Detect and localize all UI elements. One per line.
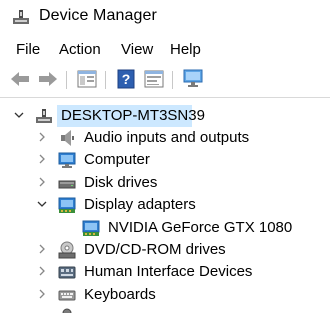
speaker-icon xyxy=(61,130,74,146)
menu-action[interactable]: Action xyxy=(57,41,103,58)
tree-root[interactable]: DESKTOP-MT3SN39 xyxy=(0,105,330,127)
menu-view[interactable]: View xyxy=(119,41,155,58)
back-arrow-icon xyxy=(11,72,29,86)
chevron-right-icon[interactable] xyxy=(37,132,47,142)
help-icon: ? xyxy=(117,69,135,89)
back-button[interactable] xyxy=(9,69,31,89)
toolbar-separator xyxy=(172,71,173,89)
display-adapter-icon xyxy=(82,220,100,236)
chevron-down-icon[interactable] xyxy=(14,110,24,120)
toolbar-separator xyxy=(105,71,106,89)
tree-item-disk-drives[interactable]: Disk drives xyxy=(0,172,330,194)
tree-item-label: Keyboards xyxy=(84,286,156,303)
chevron-right-icon[interactable] xyxy=(37,244,47,254)
monitor-scan-icon xyxy=(183,69,203,87)
chevron-right-icon[interactable] xyxy=(37,289,47,299)
tree-item-label: Disk drives xyxy=(84,174,158,191)
tree-item-audio[interactable]: Audio inputs and outputs xyxy=(0,127,330,149)
tree-item-display-adapters[interactable]: Display adapters xyxy=(0,194,330,216)
tree-item-human-interface-devices[interactable]: Human Interface Devices xyxy=(0,261,330,283)
forward-button[interactable] xyxy=(37,69,59,89)
menu-help[interactable]: Help xyxy=(168,41,203,58)
tree-root-label: DESKTOP-MT3SN39 xyxy=(61,107,205,124)
tree-item-computer[interactable]: Computer xyxy=(0,149,330,171)
tree-item-label: Display adapters xyxy=(84,196,196,213)
menu-bar: File Action View Help xyxy=(0,38,330,62)
tree-item-keyboards[interactable]: Keyboards xyxy=(0,284,330,306)
console-tree-icon xyxy=(77,70,97,88)
device-manager-window: Device Manager File Action View Help ? D… xyxy=(0,0,330,313)
properties-button[interactable] xyxy=(143,69,165,89)
chevron-down-icon[interactable] xyxy=(37,199,47,209)
tree-item-nvidia-gtx-1080[interactable]: NVIDIA GeForce GTX 1080 xyxy=(0,217,330,239)
mouse-icon xyxy=(62,308,72,313)
toolbar-separator xyxy=(66,71,67,89)
disk-drive-icon xyxy=(58,180,76,189)
chevron-right-icon[interactable] xyxy=(37,154,47,164)
computer-icon xyxy=(58,152,76,168)
keyboard-icon xyxy=(58,290,76,301)
toolbar: ? xyxy=(0,64,330,94)
show-hide-console-tree-button[interactable] xyxy=(76,69,98,89)
tree-item-label: Computer xyxy=(84,151,150,168)
tree-item-label: Human Interface Devices xyxy=(84,263,253,280)
tree-item-partial[interactable] xyxy=(0,306,330,313)
hid-icon xyxy=(58,266,76,279)
window-title: Device Manager xyxy=(39,7,157,24)
tree-item-label: NVIDIA GeForce GTX 1080 xyxy=(108,219,293,236)
scan-hardware-button[interactable] xyxy=(182,69,204,89)
device-manager-icon xyxy=(13,10,29,24)
properties-icon xyxy=(144,70,164,88)
help-button[interactable]: ? xyxy=(115,69,137,89)
chevron-right-icon[interactable] xyxy=(37,177,47,187)
dvd-drive-icon xyxy=(58,241,76,259)
tree-item-label: Audio inputs and outputs xyxy=(84,129,250,146)
title-bar: Device Manager xyxy=(0,0,330,34)
menu-file[interactable]: File xyxy=(14,41,42,58)
display-adapter-icon xyxy=(58,197,76,213)
device-tree: DESKTOP-MT3SN39 Audio inputs and outputs xyxy=(0,98,330,313)
chevron-right-icon[interactable] xyxy=(37,266,47,276)
forward-arrow-icon xyxy=(39,72,57,86)
tree-item-label: DVD/CD-ROM drives xyxy=(84,241,226,258)
computer-root-icon xyxy=(36,109,52,123)
tree-item-dvd-cd-rom-drives[interactable]: DVD/CD-ROM drives xyxy=(0,239,330,261)
svg-text:?: ? xyxy=(122,71,131,87)
